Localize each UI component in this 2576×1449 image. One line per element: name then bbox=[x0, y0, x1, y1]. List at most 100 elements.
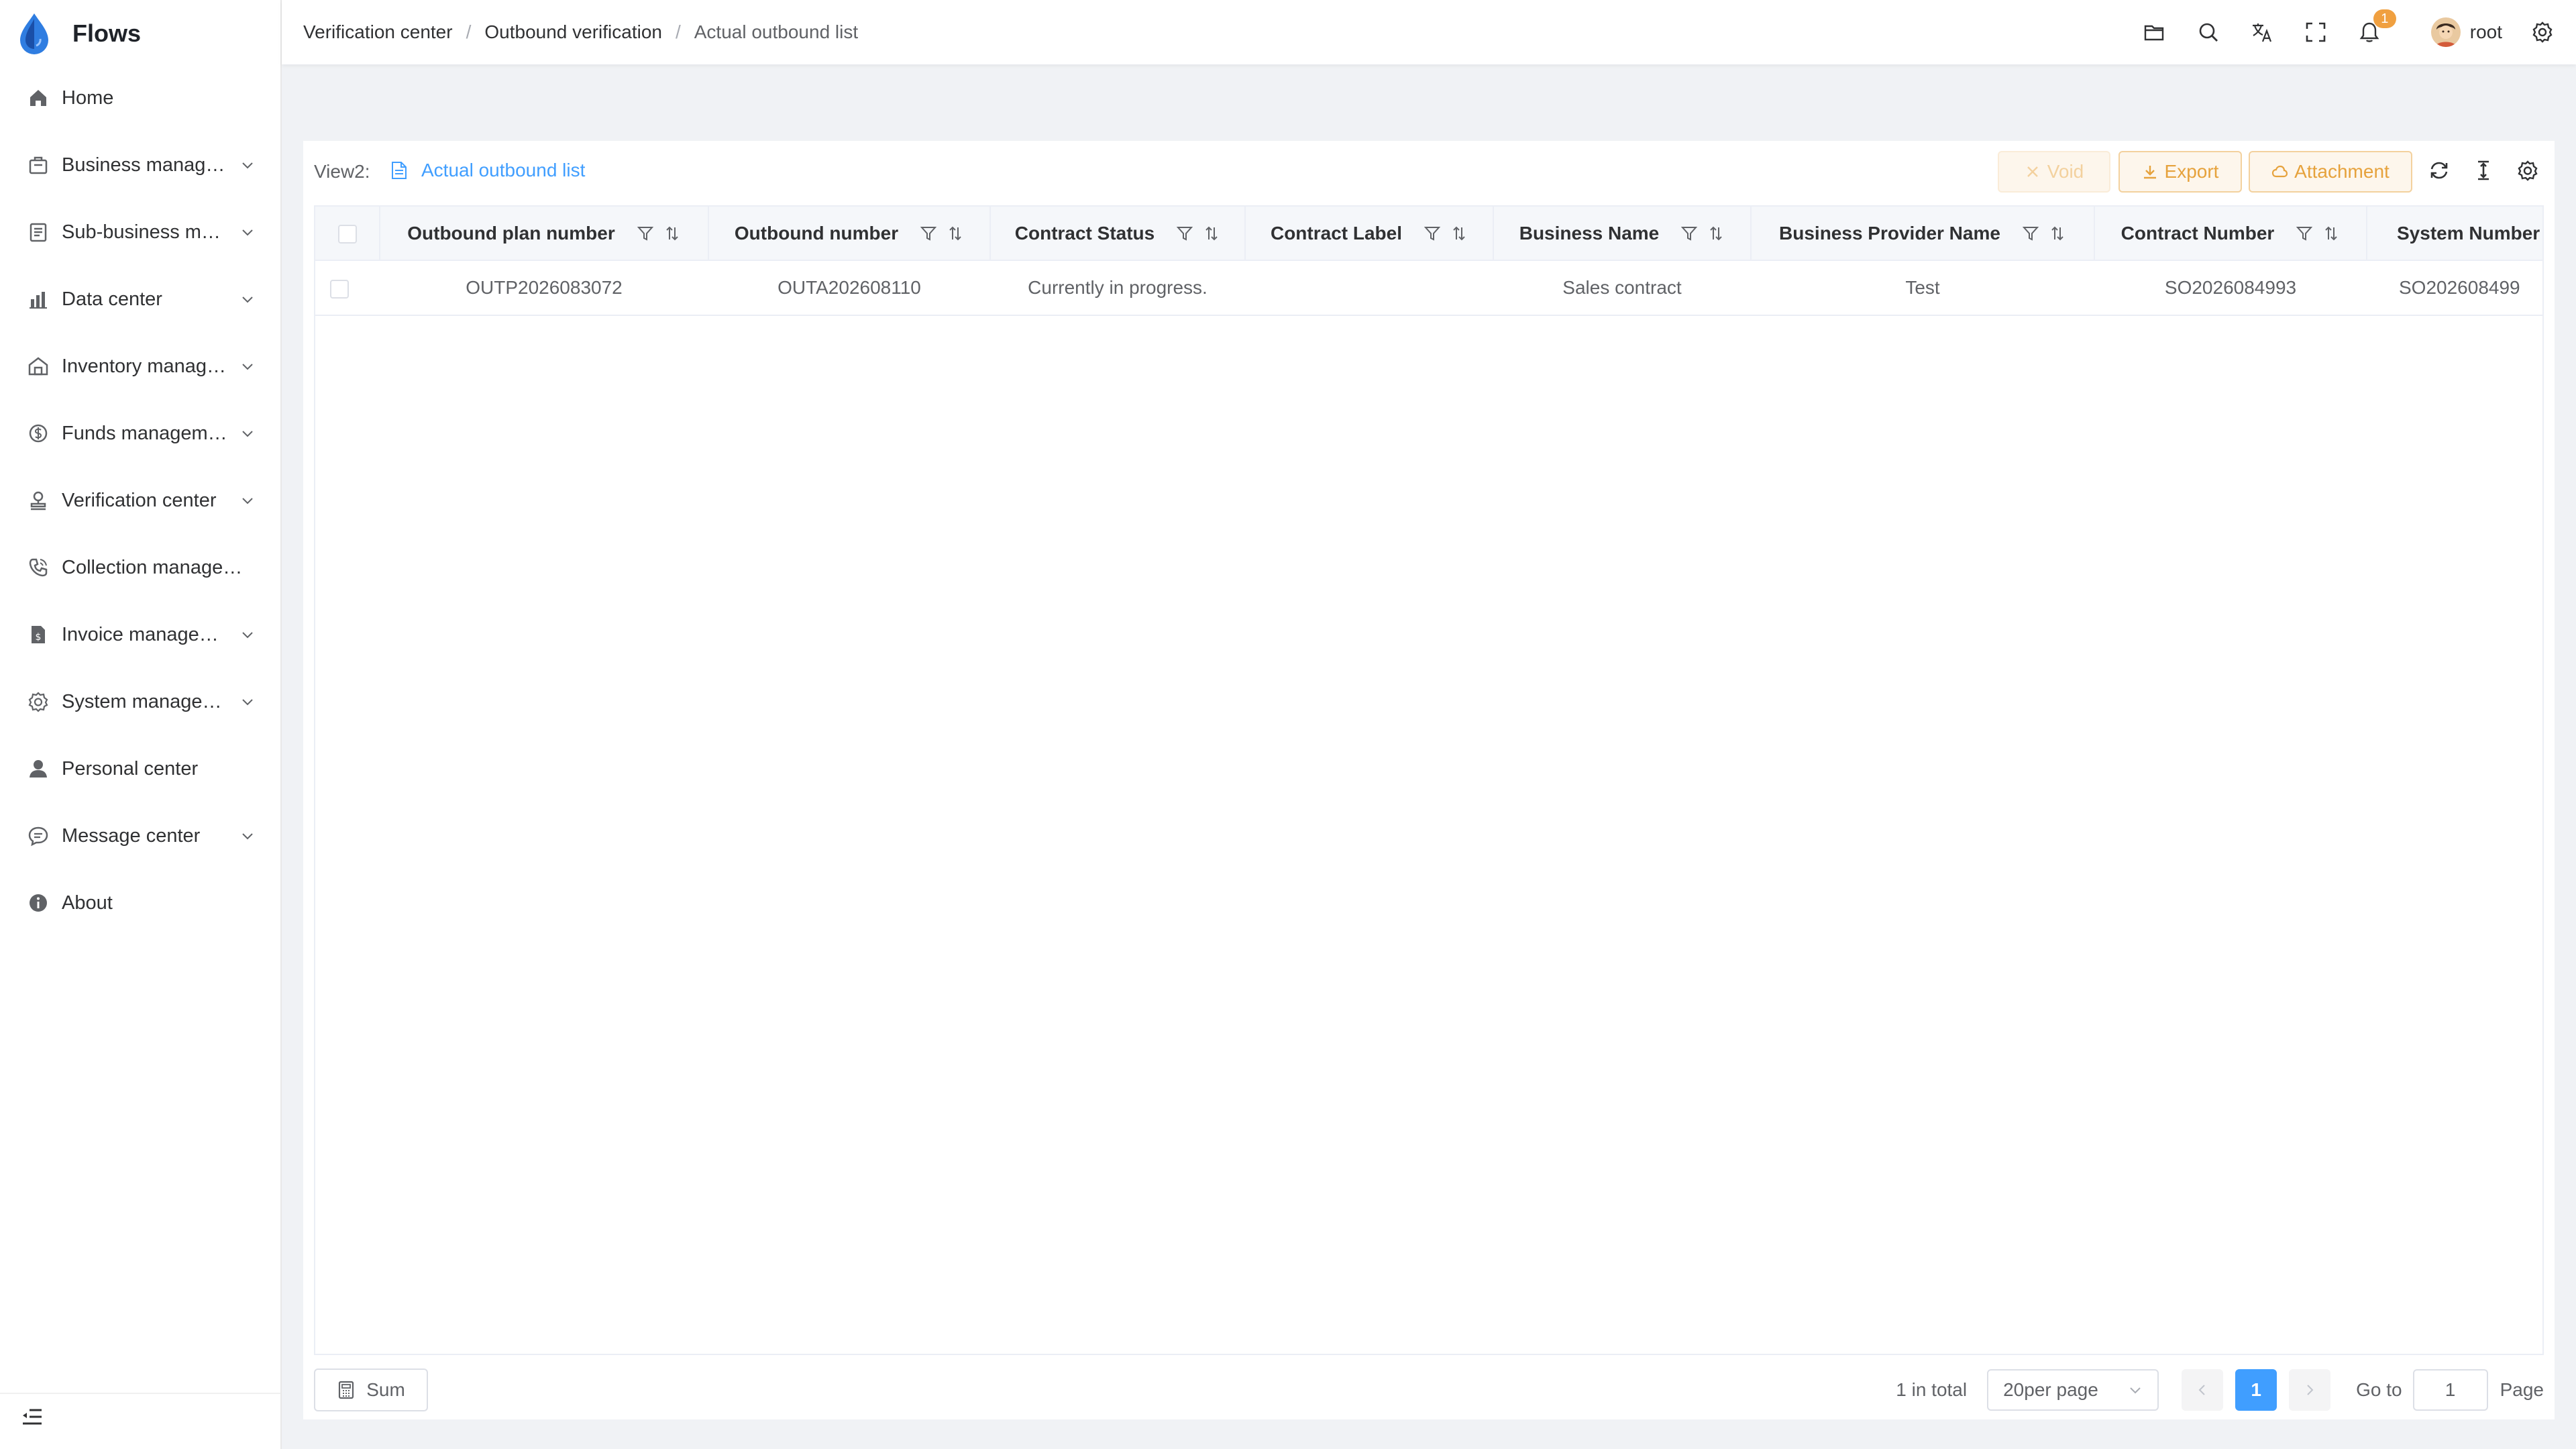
sort-icon[interactable] bbox=[1203, 225, 1220, 242]
view-label: View2: bbox=[314, 161, 370, 182]
column-header[interactable]: Outbound plan number bbox=[380, 207, 709, 261]
filter-icon[interactable] bbox=[1424, 225, 1441, 242]
breadcrumb-item[interactable]: Verification center bbox=[303, 21, 453, 43]
column-header[interactable]: Business Name bbox=[1493, 207, 1752, 261]
sidebar-item-data-center[interactable]: Data center bbox=[0, 266, 280, 333]
chevron-down-icon bbox=[239, 626, 256, 643]
gear-icon bbox=[2518, 160, 2538, 181]
column-title: System Number bbox=[2397, 222, 2540, 244]
search-button[interactable] bbox=[2195, 19, 2222, 46]
void-button[interactable]: Void bbox=[1998, 151, 2110, 193]
column-header[interactable]: Contract Number bbox=[2094, 207, 2367, 261]
filter-icon[interactable] bbox=[920, 225, 937, 242]
select-all-checkbox[interactable] bbox=[337, 225, 357, 244]
close-icon bbox=[2027, 166, 2038, 177]
column-header[interactable]: Outbound number bbox=[708, 207, 991, 261]
header-tools: 1 root bbox=[2114, 0, 2556, 64]
collapse-menu-icon bbox=[23, 1409, 42, 1425]
table-row[interactable]: OUTP2026083072 OUTA202608110 Currently i… bbox=[315, 260, 2542, 316]
user-menu[interactable]: root bbox=[2430, 17, 2502, 47]
settings-button[interactable] bbox=[2529, 19, 2556, 46]
export-button[interactable]: Export bbox=[2118, 151, 2242, 193]
filter-icon[interactable] bbox=[2022, 225, 2039, 242]
view-selector[interactable]: Actual outbound list bbox=[390, 160, 585, 181]
density-button[interactable] bbox=[2471, 158, 2496, 182]
sort-icon[interactable] bbox=[1707, 225, 1725, 242]
page-suffix-label: Page bbox=[2500, 1379, 2544, 1400]
filter-icon[interactable] bbox=[1176, 225, 1193, 242]
sidebar-item-funds-management[interactable]: Funds managem… bbox=[0, 400, 280, 467]
sidebar-item-message-center[interactable]: Message center bbox=[0, 802, 280, 869]
sidebar-item-label: Home bbox=[62, 87, 114, 109]
sum-label: Sum bbox=[366, 1379, 405, 1400]
column-header[interactable]: Contract Label bbox=[1245, 207, 1494, 261]
sidebar-item-system-management[interactable]: System manage… bbox=[0, 668, 280, 735]
breadcrumb-current: Actual outbound list bbox=[694, 21, 859, 42]
sidebar-item-about[interactable]: About bbox=[0, 869, 280, 936]
user-icon bbox=[27, 757, 50, 780]
sum-button[interactable]: Sum bbox=[314, 1368, 428, 1411]
app-logo[interactable]: Flows bbox=[16, 12, 141, 55]
page-number-current[interactable]: 1 bbox=[2235, 1369, 2277, 1411]
row-checkbox[interactable] bbox=[330, 279, 349, 299]
language-button[interactable] bbox=[2249, 19, 2275, 46]
folder-button[interactable] bbox=[2141, 19, 2168, 46]
fullscreen-icon bbox=[2306, 22, 2326, 42]
chevron-down-icon bbox=[239, 156, 256, 174]
breadcrumb: Verification center / Outbound verificat… bbox=[303, 0, 858, 64]
filter-icon[interactable] bbox=[2296, 225, 2313, 242]
sort-icon[interactable] bbox=[1450, 225, 1468, 242]
chevron-left-icon bbox=[2198, 1385, 2205, 1395]
notifications-button[interactable]: 1 bbox=[2356, 9, 2396, 46]
pagination: 1 in total 20per page 1 Go to 1 Page bbox=[1896, 1368, 2544, 1411]
goto-page-input[interactable]: 1 bbox=[2412, 1369, 2488, 1411]
column-header[interactable]: Contract Status bbox=[990, 207, 1246, 261]
sidebar-item-verification-center[interactable]: Verification center bbox=[0, 467, 280, 534]
column-header[interactable]: Business Provider Name bbox=[1751, 207, 2095, 261]
refresh-button[interactable] bbox=[2427, 158, 2451, 182]
chevron-down-icon bbox=[239, 492, 256, 509]
page-size-value: 20per page bbox=[2003, 1379, 2098, 1400]
table-cell: OUTP2026083072 bbox=[380, 260, 708, 316]
sort-icon[interactable] bbox=[2322, 225, 2340, 242]
column-title: Business Provider Name bbox=[1779, 222, 2000, 244]
sort-icon[interactable] bbox=[2049, 225, 2066, 242]
search-icon bbox=[2199, 23, 2218, 42]
filter-icon[interactable] bbox=[1680, 225, 1698, 242]
sidebar-item-invoice-management[interactable]: $ Invoice manage… bbox=[0, 601, 280, 668]
sidebar-item-sub-business[interactable]: Sub-business m… bbox=[0, 199, 280, 266]
sidebar-item-inventory-management[interactable]: Inventory manag… bbox=[0, 333, 280, 400]
breadcrumb-item[interactable]: Outbound verification bbox=[484, 21, 662, 43]
fullscreen-button[interactable] bbox=[2302, 19, 2329, 46]
sidebar-item-home[interactable]: Home bbox=[0, 64, 280, 131]
breadcrumb-separator: / bbox=[466, 21, 472, 42]
svg-text:$: $ bbox=[36, 632, 42, 643]
table-header-row: Outbound plan number Outbound number Con… bbox=[315, 207, 2542, 261]
download-icon bbox=[2143, 166, 2156, 179]
attachment-label: Attachment bbox=[2294, 161, 2390, 182]
collapse-sidebar-button[interactable] bbox=[20, 1405, 44, 1429]
next-page-button[interactable] bbox=[2289, 1369, 2331, 1411]
filter-icon[interactable] bbox=[637, 225, 654, 242]
prev-page-button[interactable] bbox=[2182, 1369, 2224, 1411]
sidebar-divider bbox=[0, 1393, 280, 1394]
chevron-down-icon bbox=[239, 425, 256, 442]
sort-icon[interactable] bbox=[947, 225, 964, 242]
sidebar-item-label: Sub-business m… bbox=[62, 221, 221, 243]
column-title: Contract Label bbox=[1270, 222, 1403, 244]
column-header[interactable]: System Number bbox=[2367, 207, 2542, 261]
sidebar-item-collection-management[interactable]: Collection managem… bbox=[0, 534, 280, 601]
sidebar-item-business-management[interactable]: Business manag… bbox=[0, 131, 280, 199]
column-title: Business Name bbox=[1519, 222, 1660, 244]
sidebar-item-personal-center[interactable]: Personal center bbox=[0, 735, 280, 802]
sidebar-item-label: About bbox=[62, 892, 113, 914]
sort-icon[interactable] bbox=[663, 225, 681, 242]
table-settings-button[interactable] bbox=[2516, 158, 2540, 182]
chevron-down-icon bbox=[239, 223, 256, 241]
page-size-select[interactable]: 20per page bbox=[1987, 1369, 2159, 1411]
sidebar-item-label: Personal center bbox=[62, 757, 199, 780]
attachment-button[interactable]: Attachment bbox=[2249, 151, 2412, 193]
view-name: Actual outbound list bbox=[421, 160, 586, 180]
table-cell: OUTA202608110 bbox=[708, 260, 990, 316]
chevron-down-icon bbox=[239, 827, 256, 845]
